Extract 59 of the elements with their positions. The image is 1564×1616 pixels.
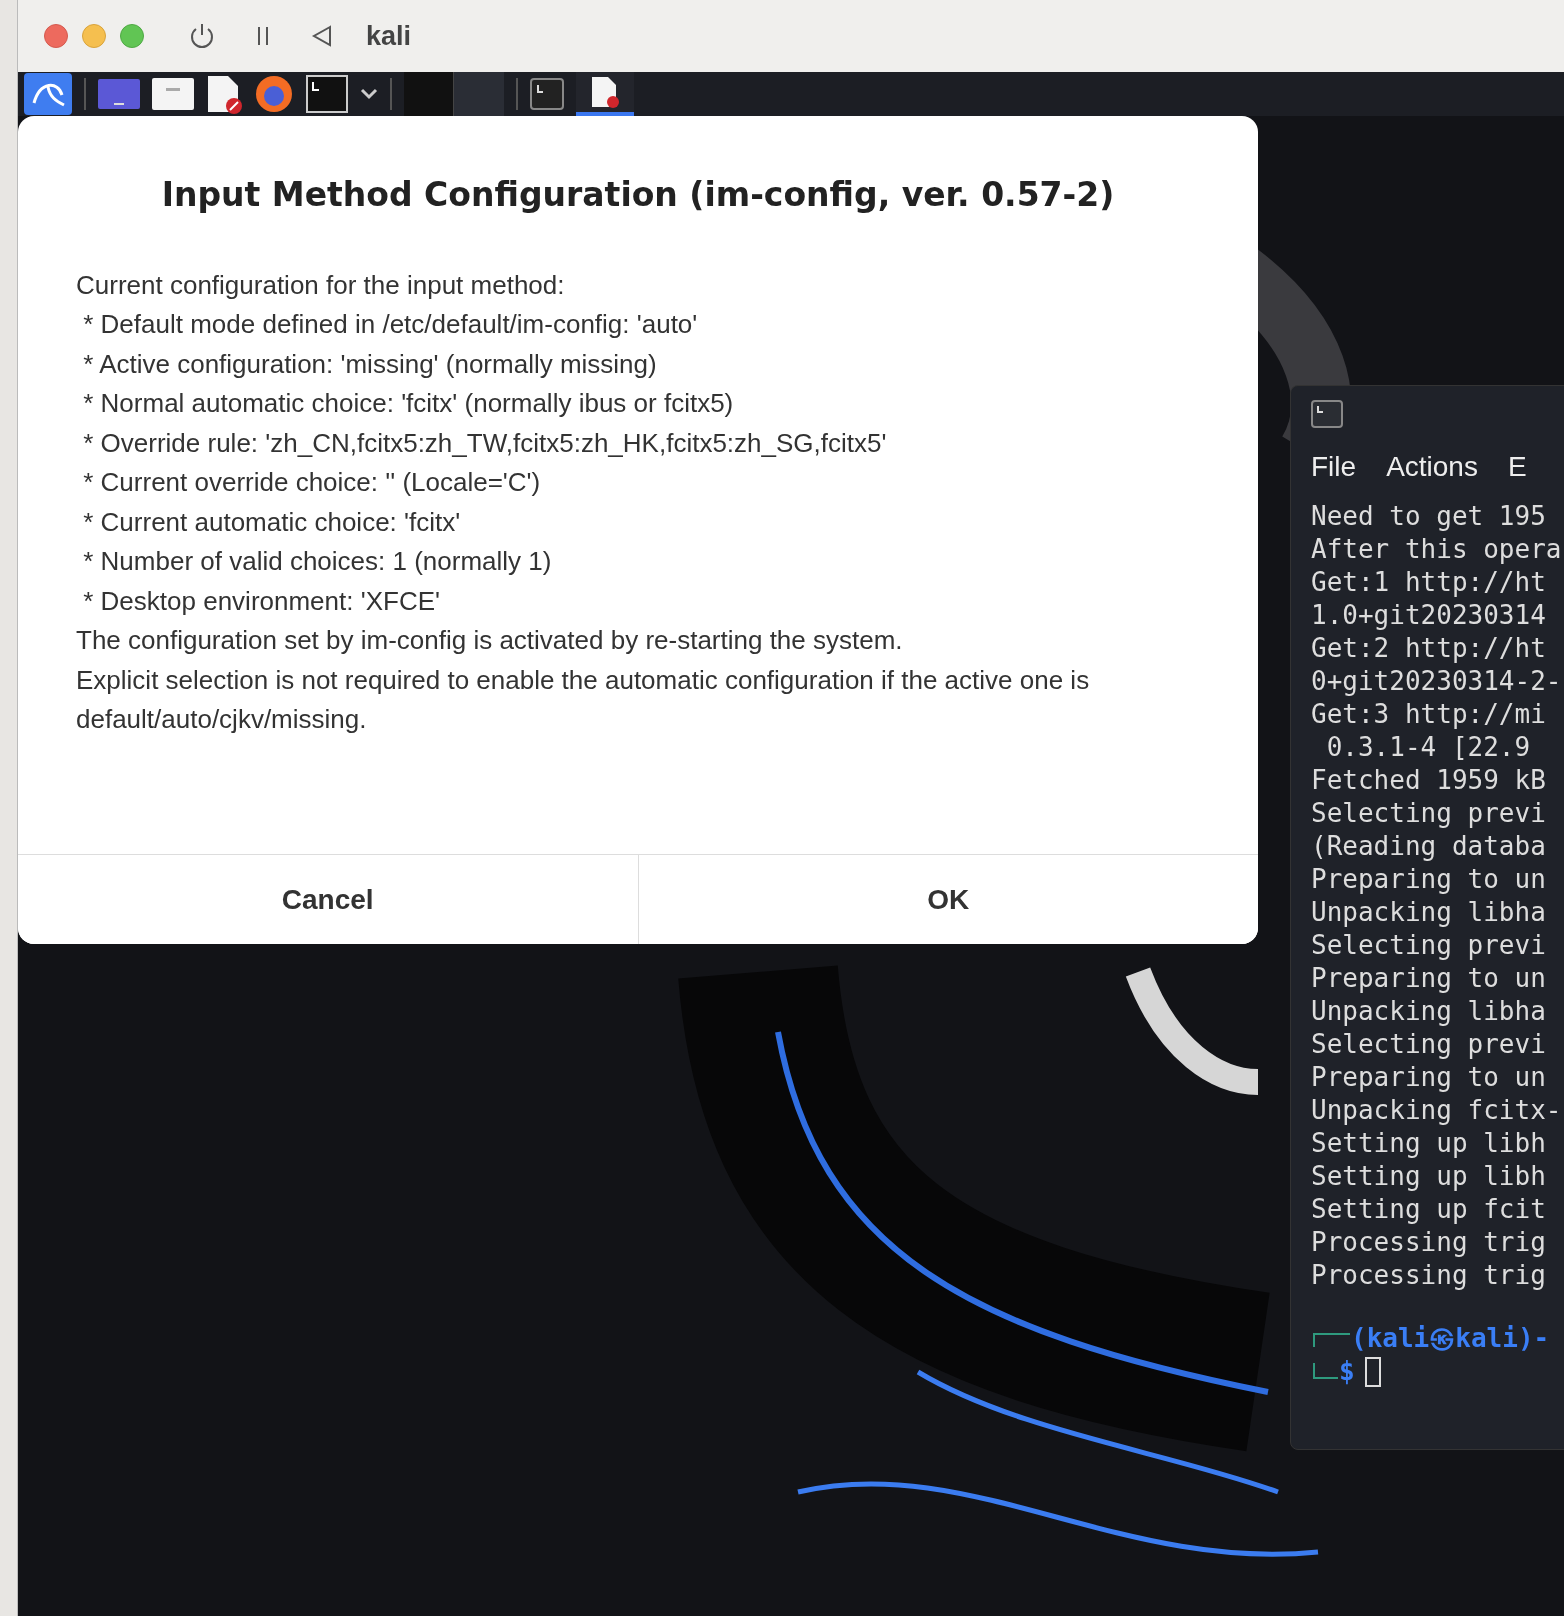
back-icon[interactable] — [310, 24, 334, 48]
terminal-line: 0+git20230314-2- — [1311, 665, 1563, 698]
terminal-line: 1.0+git20230314 — [1311, 599, 1547, 632]
terminal-line: Setting up fcit — [1311, 1193, 1547, 1226]
prompt-user: (kali㉿kali)- — [1351, 1322, 1550, 1355]
terminal-line: Selecting previ — [1311, 929, 1547, 962]
prompt-bracket-icon — [1311, 1330, 1351, 1347]
terminal-line: After this opera — [1311, 533, 1563, 566]
terminal-icon[interactable] — [306, 75, 348, 113]
terminal-line: Get:1 http://ht — [1311, 566, 1547, 599]
terminal-line: Unpacking fcitx- — [1311, 1094, 1563, 1127]
menu-item[interactable]: E — [1507, 446, 1527, 488]
terminal-icon — [1311, 400, 1343, 428]
terminal-line: Selecting previ — [1311, 1028, 1547, 1061]
dialog-button[interactable]: OK — [637, 855, 1258, 944]
message-line: The configuration set by im-config is activated by re-starting the system. — [76, 624, 904, 657]
message-line: * Current automatic choice: 'fcitx' — [82, 505, 462, 539]
browser-icon[interactable] — [254, 74, 294, 114]
message-line: * Override rule: 'zh_CN,fcitx5:zh_TW,fcitx5:zh_HK,fcitx5:zh_SG,fcitx5' — [82, 426, 888, 460]
message-line: * Current override choice: '' (Locale='C') — [82, 466, 542, 499]
terminal-line: Get:3 http://mi — [1311, 698, 1547, 731]
terminal-line: Processing trig — [1311, 1259, 1547, 1292]
terminal-line: Unpacking libha — [1311, 896, 1547, 929]
message-line: * Number of valid choices: 1 (normally 1) — [82, 545, 553, 578]
terminal-line: Setting up libh — [1311, 1160, 1547, 1193]
terminal-line: Preparing to un — [1311, 962, 1547, 995]
prompt-sign: $ — [1339, 1355, 1355, 1388]
menu-item[interactable]: Actions — [1386, 446, 1478, 488]
active-task-button[interactable] — [576, 72, 634, 116]
terminal-line: Unpacking libha — [1311, 995, 1547, 1028]
terminal-line: Processing trig — [1311, 1226, 1547, 1259]
terminal-line: Selecting previ — [1311, 797, 1547, 830]
message-line: * Normal automatic choice: 'fcitx' (normally ibus or fcitx5) — [82, 387, 735, 420]
menu-item[interactable]: File — [1311, 446, 1357, 488]
message-line: * Active configuration: 'missing' (normally missing) — [82, 347, 658, 381]
dialog-title: Input Method Configuration (im-config, ver. 0.57-2) — [160, 174, 1116, 216]
terminal-line: Fetched 1959 kB — [1311, 764, 1547, 797]
text-cursor — [1364, 1356, 1381, 1387]
message-line: * Default mode defined in /etc/default/im-config: 'auto' — [82, 308, 699, 341]
power-icon[interactable] — [188, 22, 216, 50]
chevron-down-icon[interactable] — [360, 88, 378, 100]
terminal-icon[interactable] — [530, 78, 564, 110]
terminal-line: Setting up libh — [1311, 1127, 1547, 1160]
close-button[interactable] — [44, 24, 68, 48]
document-edit-icon — [590, 75, 620, 109]
terminal-line: Preparing to un — [1311, 863, 1547, 896]
message-line: Explicit selection is not required to enable the automatic configuration if the active one is default/auto/cjkv/missing. — [76, 663, 1091, 736]
terminal-line: Get:2 http://ht — [1311, 632, 1547, 665]
pause-icon[interactable] — [256, 25, 270, 47]
document-edit-icon[interactable] — [206, 74, 242, 114]
workspace-switcher[interactable] — [404, 72, 504, 116]
terminal-line: Need to get 195 — [1311, 500, 1547, 533]
message-line: * Desktop environment: 'XFCE' — [82, 584, 441, 618]
terminal-line: Preparing to un — [1311, 1061, 1547, 1094]
terminal-line: 0.3.1-4 [22.9 — [1325, 731, 1532, 764]
message-line: Current configuration for the input method: — [76, 268, 566, 302]
prompt-bracket-icon — [1311, 1362, 1339, 1381]
window-title: kali — [366, 19, 412, 53]
terminal-line: (Reading databa — [1311, 830, 1547, 863]
